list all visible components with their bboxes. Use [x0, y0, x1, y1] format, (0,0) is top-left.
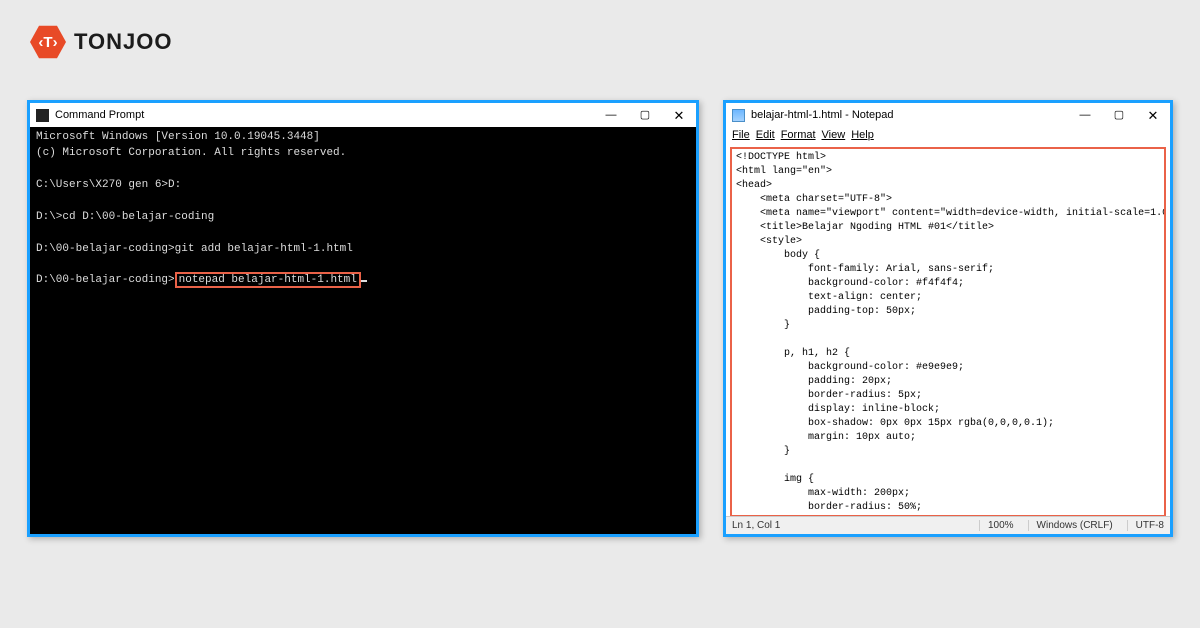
cmd-line: D:\00-belajar-coding>git add belajar-htm… [36, 243, 353, 255]
brand-logo: ‹T› TONJOO [30, 24, 173, 60]
close-button[interactable]: ✕ [662, 103, 696, 127]
cursor-icon [361, 280, 367, 282]
cmd-app-icon [36, 109, 49, 122]
notepad-title: belajar-html-1.html - Notepad [751, 109, 893, 121]
cmd-line: Microsoft Windows [Version 10.0.19045.34… [36, 131, 320, 143]
cmd-output[interactable]: Microsoft Windows [Version 10.0.19045.34… [30, 127, 696, 292]
menu-edit[interactable]: Edit [756, 129, 775, 145]
minimize-button[interactable]: — [1068, 103, 1102, 127]
cmd-titlebar[interactable]: Command Prompt — ▢ ✕ [30, 103, 696, 127]
notepad-statusbar: Ln 1, Col 1 100% Windows (CRLF) UTF-8 [726, 516, 1170, 534]
cmd-highlighted-command: notepad belajar-html-1.html [175, 272, 361, 288]
close-button[interactable]: ✕ [1136, 103, 1170, 127]
notepad-window: belajar-html-1.html - Notepad — ▢ ✕ File… [723, 100, 1173, 537]
menu-format[interactable]: Format [781, 129, 816, 145]
maximize-button[interactable]: ▢ [628, 103, 662, 127]
notepad-app-icon [732, 109, 745, 122]
minimize-button[interactable]: — [594, 103, 628, 127]
cmd-line: D:\>cd D:\00-belajar-coding [36, 211, 214, 223]
command-prompt-window: Command Prompt — ▢ ✕ Microsoft Windows [… [27, 100, 699, 537]
notepad-content-highlight: <!DOCTYPE html> <html lang="en"> <head> … [730, 147, 1166, 517]
notepad-text-area[interactable]: <!DOCTYPE html> <html lang="en"> <head> … [732, 149, 1164, 517]
notepad-menubar: File Edit Format View Help [726, 127, 1170, 145]
status-encoding: UTF-8 [1127, 520, 1164, 531]
menu-help[interactable]: Help [851, 129, 874, 145]
notepad-titlebar[interactable]: belajar-html-1.html - Notepad — ▢ ✕ [726, 103, 1170, 127]
status-eol: Windows (CRLF) [1028, 520, 1113, 531]
logo-text: TONJOO [74, 29, 173, 55]
cmd-line: C:\Users\X270 gen 6>D: [36, 179, 181, 191]
cmd-prompt: D:\00-belajar-coding> [36, 274, 175, 286]
status-position: Ln 1, Col 1 [732, 520, 965, 531]
menu-view[interactable]: View [822, 129, 846, 145]
maximize-button[interactable]: ▢ [1102, 103, 1136, 127]
logo-badge-icon: ‹T› [30, 24, 66, 60]
status-zoom: 100% [979, 520, 1014, 531]
cmd-line: (c) Microsoft Corporation. All rights re… [36, 147, 346, 159]
menu-file[interactable]: File [732, 129, 750, 145]
cmd-title: Command Prompt [55, 109, 144, 121]
